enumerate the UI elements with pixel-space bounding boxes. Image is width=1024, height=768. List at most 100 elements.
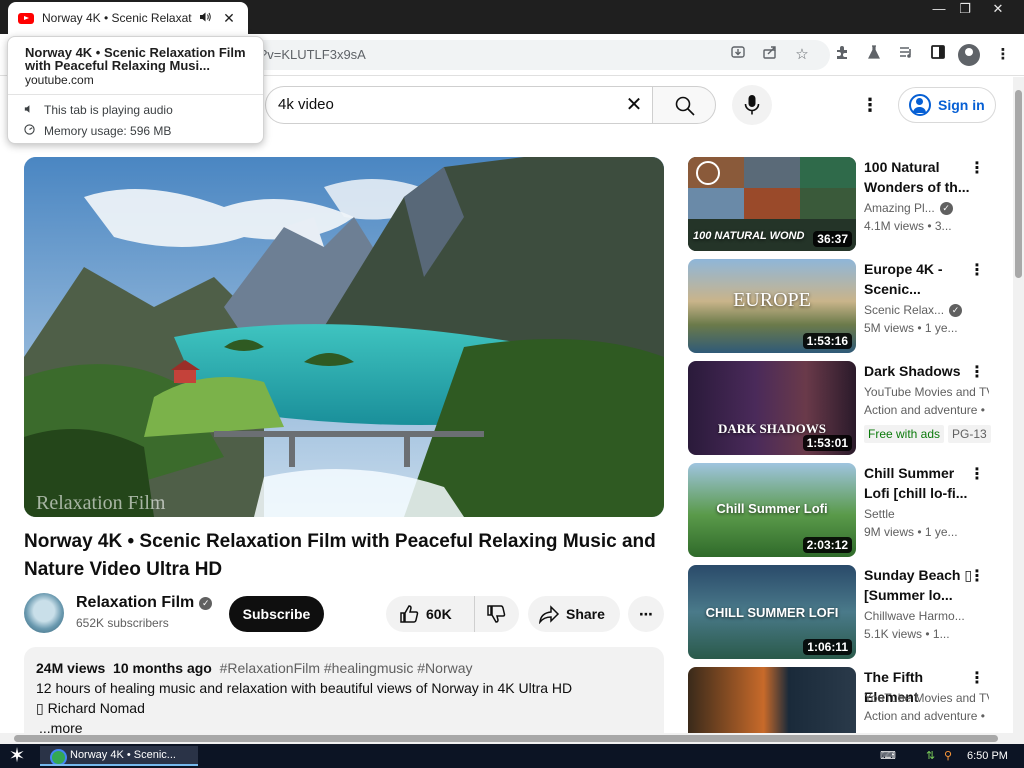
channel-name: Relaxation Film xyxy=(76,594,195,611)
search-icon xyxy=(675,96,695,116)
search-button[interactable] xyxy=(652,86,716,124)
microphone-icon xyxy=(744,95,760,115)
speaker-icon xyxy=(22,104,36,117)
extensions-icon[interactable] xyxy=(831,44,853,66)
duration-badge: 1:53:16 xyxy=(802,333,852,349)
recommendation-menu-icon[interactable]: ⋮ xyxy=(968,260,986,282)
recommendation-item[interactable]: CHILL SUMMER LOFI 1:06:11 Sunday Beach ▯… xyxy=(688,565,1003,659)
clear-search-icon[interactable]: ✕ xyxy=(622,93,646,117)
search-input[interactable]: 4k video xyxy=(265,86,653,124)
network-icon[interactable]: ⇅ xyxy=(926,748,940,764)
upload-age: 10 months ago xyxy=(113,660,212,676)
thumbnail-text: CHILL SUMMER LOFI xyxy=(705,605,839,620)
recommendation-title[interactable]: Dark Shadows xyxy=(864,361,974,381)
side-panel-icon[interactable] xyxy=(927,44,949,66)
address-text: ?v=KLUTLF3x9sA xyxy=(260,47,366,62)
recommendation-menu-icon[interactable]: ⋮ xyxy=(968,668,986,690)
tab-close-icon[interactable]: ✕ xyxy=(220,10,238,27)
recommendation-thumbnail[interactable]: Chill Summer Lofi 2:03:12 xyxy=(688,463,856,557)
description-box[interactable]: 24M views 10 months ago #RelaxationFilm … xyxy=(24,647,664,747)
recommendation-thumbnail[interactable]: EUROPE 1:53:16 xyxy=(688,259,856,353)
recommendation-item[interactable]: 100 NATURAL WOND 36:37 100 Natural Wonde… xyxy=(688,157,1003,251)
recommendation-title[interactable]: Chill Summer Lofi [chill lo-fi... xyxy=(864,463,974,503)
duration-badge: 2:03:12 xyxy=(802,537,852,553)
subscribe-button[interactable]: Subscribe xyxy=(229,596,324,632)
recommendation-menu-icon[interactable]: ⋮ xyxy=(968,158,986,180)
like-button[interactable]: 60K xyxy=(386,596,474,632)
recommendation-title[interactable]: 100 Natural Wonders of th... xyxy=(864,157,974,197)
vertical-scrollbar-thumb[interactable] xyxy=(1015,90,1022,278)
recommendation-thumbnail[interactable]: 100 NATURAL WOND 36:37 xyxy=(688,157,856,251)
audio-status-text: This tab is playing audio xyxy=(44,103,173,117)
channel-avatar[interactable] xyxy=(24,593,64,633)
recommendation-channel[interactable]: Scenic Relax... ✓ xyxy=(864,303,989,317)
settings-menu-icon[interactable]: ⋮ xyxy=(858,93,882,117)
recommendation-item[interactable]: Chill Summer Lofi 2:03:12 Chill Summer L… xyxy=(688,463,1003,557)
recommendation-title[interactable]: Sunday Beach ▯ [Summer lo... xyxy=(864,565,974,605)
browser-menu-icon[interactable]: ⋮ xyxy=(992,44,1014,66)
browser-tab[interactable]: Norway 4K • Scenic Relaxation ✕ xyxy=(8,2,248,34)
recommendation-item[interactable]: EUROPE 1:53:16 Europe 4K - Scenic... Sce… xyxy=(688,259,1003,353)
speaker-icon[interactable] xyxy=(196,11,214,26)
dislike-button[interactable] xyxy=(474,596,519,632)
voice-search-button[interactable] xyxy=(732,85,772,125)
keyboard-icon[interactable]: ⌨ xyxy=(880,748,896,764)
recommendation-menu-icon[interactable]: ⋮ xyxy=(968,566,986,588)
sign-in-button[interactable]: Sign in xyxy=(898,87,996,123)
recommendation-meta: 5.1K views • 1... xyxy=(864,627,950,641)
account-icon xyxy=(909,94,931,116)
sign-in-label: Sign in xyxy=(938,97,985,113)
view-count: 24M views xyxy=(36,660,106,676)
verified-check-icon: ✓ xyxy=(949,304,963,317)
labs-flask-icon[interactable] xyxy=(863,44,885,66)
horizontal-scrollbar-thumb[interactable] xyxy=(14,735,998,742)
screen: Norway 4K • Scenic Relaxation ✕ — ❐ ✕ ?v… xyxy=(0,0,1024,768)
more-actions-button[interactable]: ⋯ xyxy=(628,596,664,632)
hover-card-domain: youtube.com xyxy=(25,73,94,87)
install-app-icon[interactable] xyxy=(727,44,749,66)
recommendation-meta: 4.1M views • 3... xyxy=(864,219,952,233)
recommendation-title[interactable]: Europe 4K - Scenic... xyxy=(864,259,974,299)
recommendation-thumbnail[interactable] xyxy=(688,667,856,733)
thumbs-down-icon xyxy=(486,596,506,637)
window-close-button[interactable]: ✕ xyxy=(983,0,1013,18)
recommendation-thumbnail[interactable]: CHILL SUMMER LOFI 1:06:11 xyxy=(688,565,856,659)
recommendation-item[interactable]: DARK SHADOWS 1:53:01 Dark Shadows YouTub… xyxy=(688,361,1003,455)
taskbar-clock[interactable]: 6:50 PM xyxy=(967,748,1011,764)
tab-title: Norway 4K • Scenic Relaxation xyxy=(42,11,192,25)
recommendation-channel[interactable]: Amazing Pl... ✓ xyxy=(864,201,989,215)
channel-name-link[interactable]: Relaxation Film ✓ xyxy=(76,594,213,612)
youtube-favicon-icon xyxy=(18,12,34,24)
subscriber-count: 652K subscribers xyxy=(76,616,169,630)
recommendation-thumbnail[interactable]: DARK SHADOWS 1:53:01 xyxy=(688,361,856,455)
hover-card-title: Norway 4K • Scenic Relaxation Film with … xyxy=(25,45,246,73)
hashtags[interactable]: #RelaxationFilm #healingmusic #Norway xyxy=(220,660,473,676)
recommendation-badges: Free with ads PG-13 xyxy=(864,425,991,443)
bookmark-star-icon[interactable]: ☆ xyxy=(791,44,813,66)
tab-hover-card: Norway 4K • Scenic Relaxation Film with … xyxy=(7,36,264,144)
media-queue-icon[interactable] xyxy=(895,44,917,66)
globe-icon xyxy=(696,161,720,185)
recommendation-item[interactable]: The Fifth Element YouTube Movies and TV … xyxy=(688,667,1003,733)
search-tray-icon[interactable]: ⚲ xyxy=(944,748,958,764)
video-player[interactable]: Relaxation Film xyxy=(24,157,664,517)
window-restore-button[interactable]: ❐ xyxy=(950,0,980,18)
profile-avatar-icon[interactable] xyxy=(958,44,980,66)
duration-badge: 1:06:11 xyxy=(803,639,852,655)
more-horizontal-icon: ⋯ xyxy=(639,606,653,622)
recommendation-menu-icon[interactable]: ⋮ xyxy=(968,362,986,384)
share-label: Share xyxy=(566,606,605,622)
share-page-icon[interactable] xyxy=(759,44,781,66)
recommendation-channel[interactable]: Settle xyxy=(864,507,989,521)
recommendation-channel[interactable]: YouTube Movies and TV xyxy=(864,385,989,399)
recommendation-channel[interactable]: YouTube Movies and TV xyxy=(864,691,989,705)
recommendation-menu-icon[interactable]: ⋮ xyxy=(968,464,986,486)
verified-check-icon: ✓ xyxy=(939,202,953,215)
taskbar-browser-task[interactable]: Norway 4K • Scenic... xyxy=(40,746,198,766)
recommendation-channel[interactable]: Chillwave Harmo... xyxy=(864,609,989,623)
recommendation-meta: 9M views • 1 ye... xyxy=(864,525,958,539)
memory-gauge-icon xyxy=(22,124,36,138)
like-count: 60K xyxy=(426,606,452,622)
share-button[interactable]: Share xyxy=(528,596,620,632)
start-menu-icon[interactable]: ✶ xyxy=(6,745,28,767)
